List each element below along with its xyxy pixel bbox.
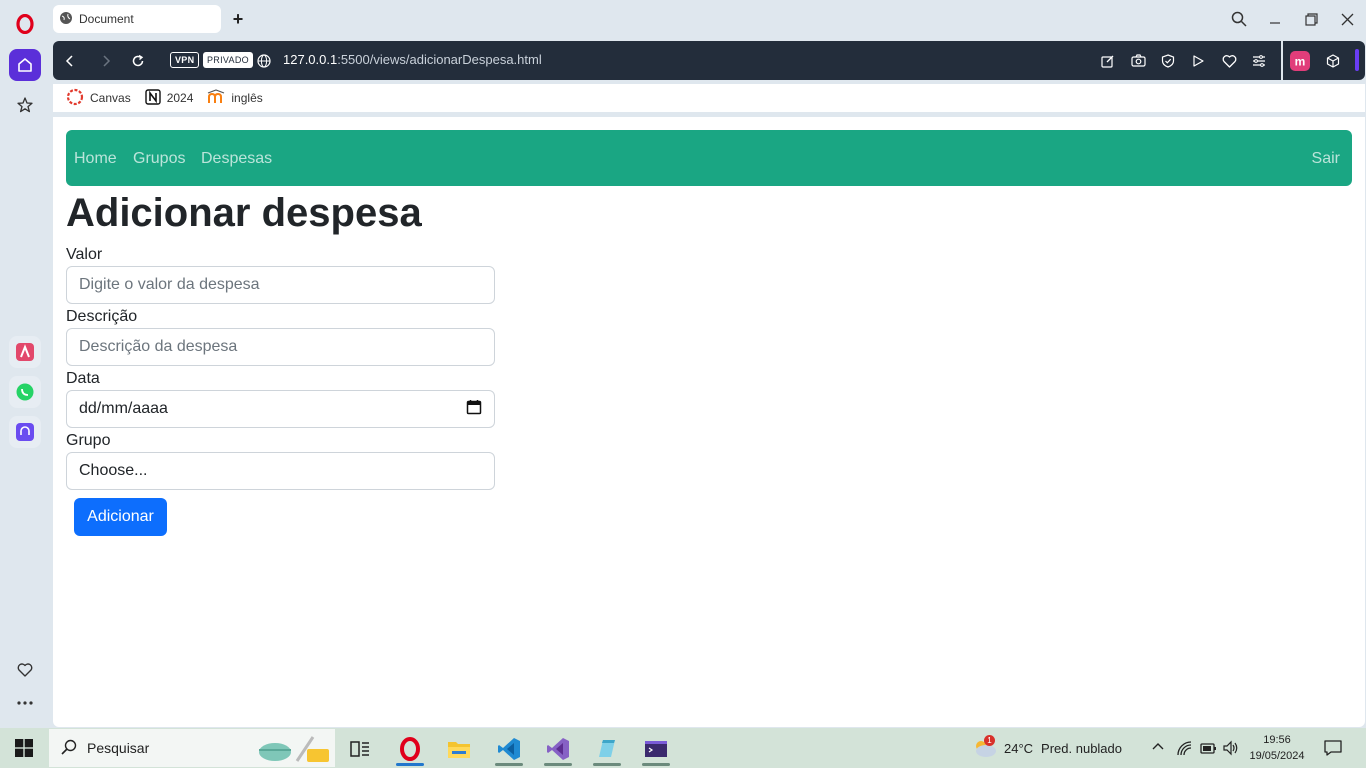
globe-icon [59,11,73,28]
date-input[interactable]: dd/mm/aaaa [66,390,495,428]
camera-icon[interactable] [1126,41,1150,80]
heart-icon[interactable] [9,654,41,686]
close-icon[interactable] [1335,8,1359,30]
taskbar: Pesquisar 1 24°C Pred. nublado 19:56 19/… [0,728,1366,768]
running-indicator [544,763,572,766]
active-indicator [396,763,424,766]
visual-studio-icon[interactable] [538,732,578,766]
notifications-icon[interactable] [1324,739,1342,762]
search-tabs-icon[interactable] [1227,8,1251,30]
extensions-bar: m [1283,41,1365,80]
search-highlight-icon [257,731,333,768]
running-indicator [642,763,670,766]
moodle-icon [207,88,225,108]
nav-expenses-link[interactable]: Despesas [201,149,272,169]
nav-logout-link[interactable]: Sair [1312,149,1340,169]
weather-badge: 1 [984,735,995,746]
bookmarks-bar: Canvas 2024 inglês [53,84,1365,112]
search-icon [61,739,77,758]
running-indicator [495,763,523,766]
weather-widget[interactable]: 1 24°C Pred. nublado [972,735,1122,758]
running-indicator [593,763,621,766]
bookmark-ingles[interactable]: inglês [207,88,263,108]
page-viewport: Home Grupos Despesas Sair Adicionar desp… [53,117,1365,727]
notion-icon [144,88,161,108]
clock-time: 19:56 [1263,734,1291,746]
music-player-icon[interactable] [9,416,41,448]
url-path: :5500/views/adicionarDespesa.html [337,52,542,67]
star-icon[interactable] [9,89,41,121]
value-input[interactable]: Digite o valor da despesa [66,266,495,304]
system-clock[interactable]: 19:56 19/05/2024 [1245,732,1309,764]
minimize-icon[interactable] [1263,8,1287,30]
snapshot-edit-icon[interactable] [1096,41,1120,80]
calendar-icon[interactable] [466,399,482,420]
file-explorer-icon[interactable] [439,732,479,766]
volume-icon[interactable] [1222,740,1240,761]
restore-icon[interactable] [1299,8,1323,30]
opera-logo-icon[interactable] [9,8,41,40]
player-icon[interactable] [1186,41,1210,80]
svg-text:m: m [1295,54,1306,68]
easy-setup-icon[interactable] [1247,41,1271,80]
weather-cloudy-icon: 1 [972,735,998,758]
whatsapp-icon[interactable] [9,376,41,408]
group-select[interactable]: Choose... [66,452,495,490]
battery-icon[interactable] [1199,740,1217,761]
notepad-icon[interactable] [587,732,627,766]
shield-icon[interactable] [1156,41,1180,80]
date-value: dd/mm/aaaa [79,400,168,417]
add-button[interactable]: Adicionar [74,498,167,536]
value-label: Valor [66,246,103,263]
bookmark-label: 2024 [166,91,194,105]
browser-tab[interactable]: Document [53,5,221,33]
windows-start-icon[interactable] [14,738,34,763]
bookmark-canvas[interactable]: Canvas [66,88,131,109]
home-icon[interactable] [9,49,41,81]
nav-home-link[interactable]: Home [74,149,117,169]
forward-icon[interactable] [94,41,118,80]
back-icon[interactable] [58,41,82,80]
bookmark-label: Canvas [90,91,131,105]
weather-temp: 24°C [1004,740,1034,756]
vpn-badge[interactable]: VPN [170,52,200,68]
canvas-icon [66,88,84,109]
reload-icon[interactable] [126,41,150,80]
more-icon[interactable] [9,687,41,719]
chevron-up-icon[interactable] [1151,740,1165,759]
search-placeholder: Pesquisar [87,740,150,756]
date-label: Data [66,370,100,387]
bookmark-label: inglês [231,91,263,105]
page-title: Adicionar despesa [66,191,422,235]
site-info-icon[interactable] [252,41,276,80]
taskbar-opera-icon[interactable] [390,732,430,766]
taskbar-search[interactable]: Pesquisar [49,729,335,767]
task-view-icon[interactable] [340,732,380,766]
weather-desc: Pred. nublado [1041,740,1122,756]
description-label: Descrição [66,308,138,325]
clock-date: 19/05/2024 [1249,750,1305,762]
extensions-cube-icon[interactable] [1321,41,1345,80]
nav-groups-link[interactable]: Grupos [133,149,185,169]
bookmark-heart-icon[interactable] [1217,41,1241,80]
extension-m-icon[interactable]: m [1288,41,1312,80]
group-label: Grupo [66,432,111,449]
tab-title: Document [79,12,134,26]
bookmark-2024[interactable]: 2024 [144,88,194,108]
description-input[interactable]: Descrição da despesa [66,328,495,366]
navbar: Home Grupos Despesas Sair [66,130,1352,186]
sidebar-toggle[interactable] [1355,49,1359,71]
url-text[interactable]: 127.0.0.1:5500/views/adicionarDespesa.ht… [283,51,542,69]
aria-app-icon[interactable] [9,336,41,368]
terminal-icon[interactable] [636,732,676,766]
url-host: 127.0.0.1 [283,52,338,67]
network-icon[interactable] [1176,740,1192,761]
vscode-icon[interactable] [489,732,529,766]
new-tab-button[interactable]: + [229,9,247,29]
private-badge: PRIVADO [203,52,253,68]
browser-sidebar [0,0,50,728]
